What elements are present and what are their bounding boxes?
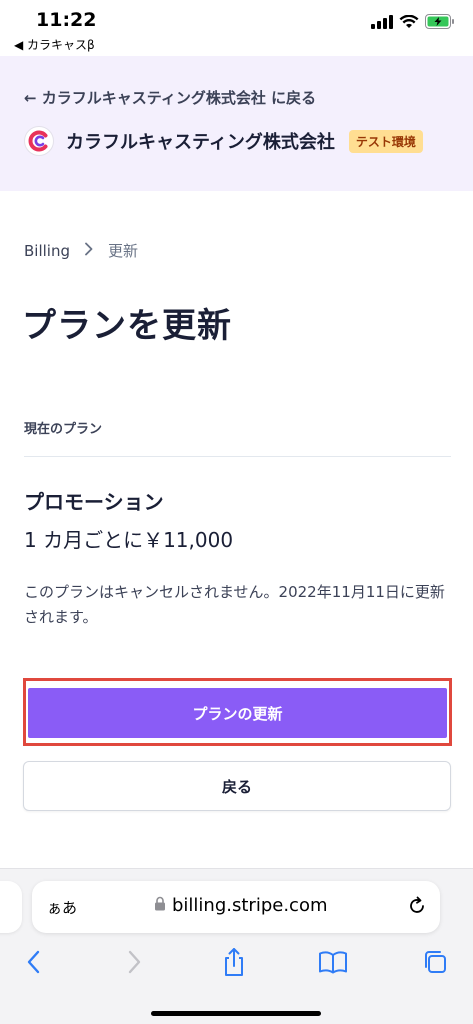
back-icon[interactable] — [18, 947, 48, 977]
renewal-note: このプランはキャンセルされません。2022年11月11日に更新されます。 — [24, 583, 445, 626]
page-title: プランを更新 — [22, 306, 232, 346]
browser-nav-row — [0, 947, 473, 987]
update-plan-button[interactable]: プランの更新 — [28, 688, 447, 738]
test-mode-badge: テスト環境 — [348, 129, 423, 153]
breadcrumb-current: 更新 — [108, 242, 139, 260]
plan-price: 1 カ月ごとに￥11,000 — [24, 528, 234, 552]
logo-icon — [24, 126, 54, 156]
status-bar: 11:22 ◀ カラキャスβ — [0, 0, 473, 56]
breadcrumb-billing[interactable]: Billing — [24, 242, 70, 260]
battery-icon — [425, 14, 455, 33]
address-bar[interactable]: ぁあ billing.stripe.com — [32, 881, 440, 933]
status-time: 11:22 — [36, 9, 97, 31]
share-icon[interactable] — [219, 947, 249, 977]
company-row: カラフルキャスティング株式会社 テスト環境 — [24, 126, 423, 156]
return-to-company-link[interactable]: ← カラフルキャスティング株式会社 に戻る — [24, 87, 316, 108]
url-display[interactable]: billing.stripe.com — [154, 895, 328, 916]
previous-tab-preview[interactable] — [0, 881, 22, 933]
company-name: カラフルキャスティング株式会社 — [66, 132, 335, 153]
forward-icon[interactable] — [120, 947, 150, 977]
account-header: ← カラフルキャスティング株式会社 に戻る カラフルキャスティング株式会社 テス… — [0, 56, 473, 191]
lock-icon — [154, 895, 166, 916]
chevron-right-icon — [84, 242, 94, 260]
back-button[interactable]: 戻る — [23, 761, 451, 811]
tabs-icon[interactable] — [420, 947, 450, 977]
plan-name: プロモーション — [24, 490, 164, 514]
breadcrumb: Billing 更新 — [24, 240, 138, 261]
bookmarks-icon[interactable] — [318, 947, 348, 977]
home-indicator — [151, 1011, 321, 1016]
reload-icon[interactable] — [406, 895, 428, 921]
current-plan-label: 現在のプラン — [24, 422, 103, 437]
status-icons — [371, 14, 455, 33]
wifi-icon — [399, 14, 419, 33]
url-text: billing.stripe.com — [172, 895, 328, 916]
divider — [24, 456, 451, 457]
browser-toolbar: ぁあ billing.stripe.com — [0, 868, 473, 1024]
reader-options-button[interactable]: ぁあ — [47, 897, 77, 918]
signal-icon — [371, 14, 393, 33]
back-to-app-link[interactable]: ◀ カラキャスβ — [14, 36, 95, 53]
